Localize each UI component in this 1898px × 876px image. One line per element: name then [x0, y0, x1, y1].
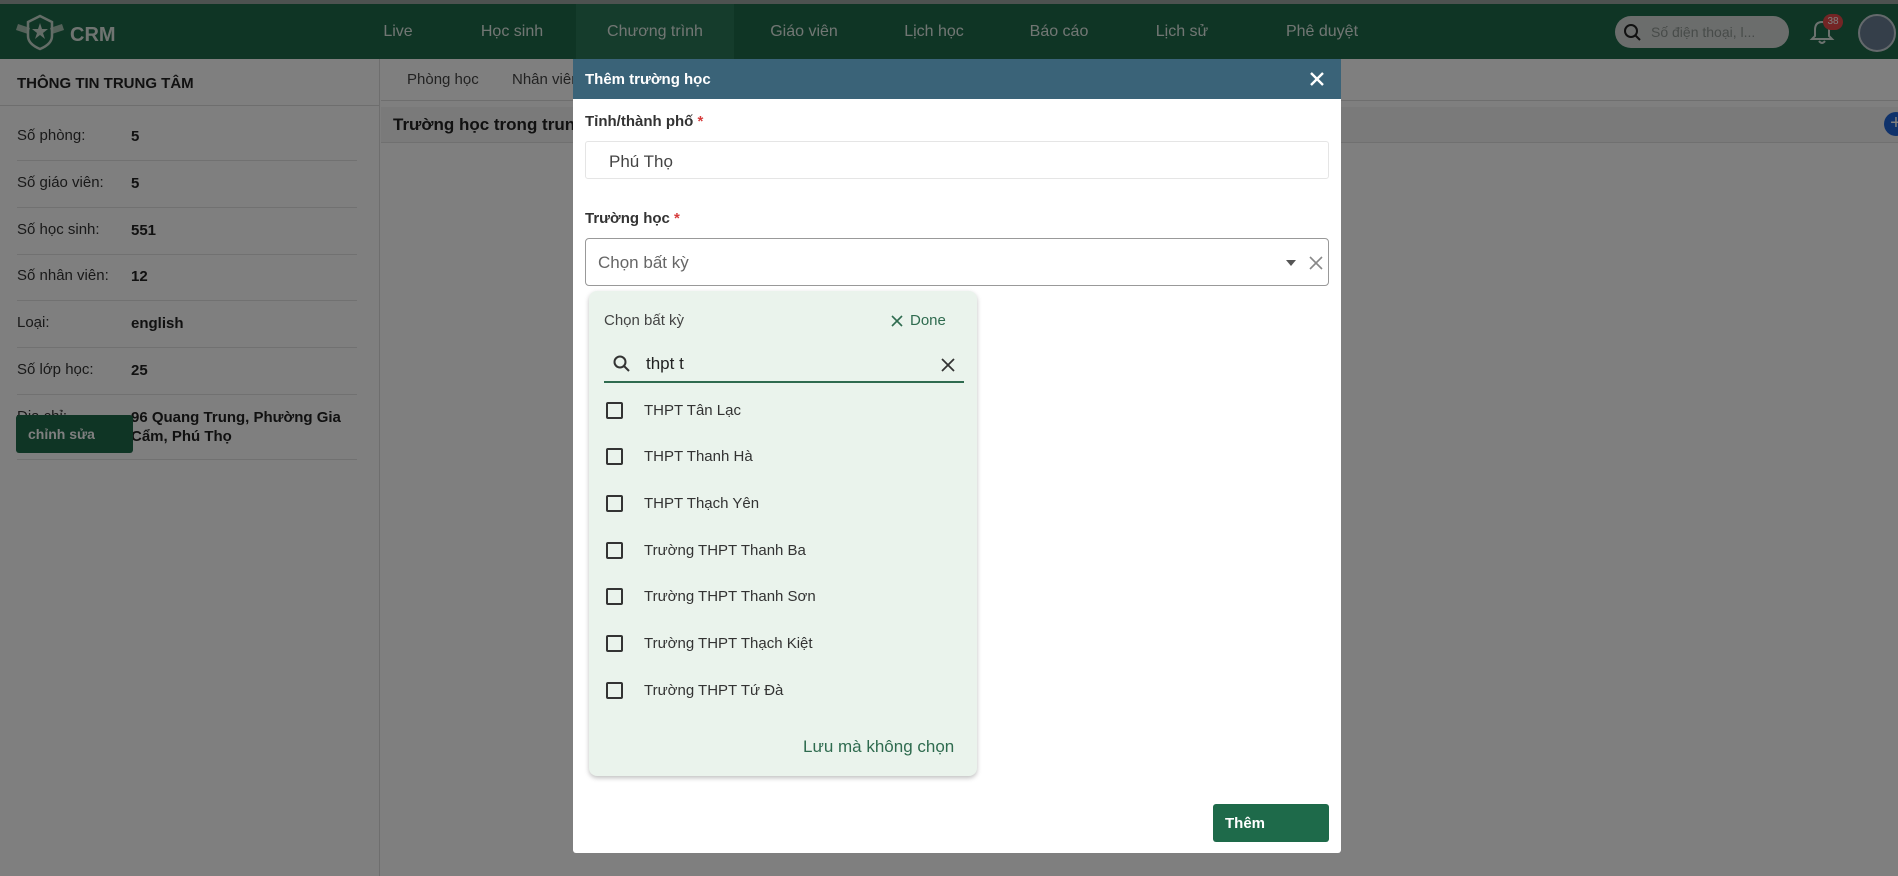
province-label-text: Tỉnh/thành phố [585, 113, 694, 130]
option-label: THPT Thanh Hà [644, 448, 753, 465]
clear-search-icon[interactable] [940, 357, 956, 373]
school-label-text: Trường học [585, 210, 670, 227]
checkbox[interactable] [606, 495, 623, 512]
school-label: Trường học * [585, 210, 680, 227]
school-option[interactable]: Trường THPT Thạch Kiệt [604, 628, 964, 658]
checkbox[interactable] [606, 448, 623, 465]
add-submit-button[interactable]: Thêm [1213, 804, 1329, 842]
done-label: Done [910, 312, 946, 329]
option-label: THPT Tân Lạc [644, 402, 741, 419]
modal-title: Thêm trường học [585, 71, 711, 88]
option-label: Trường THPT Thanh Ba [644, 542, 806, 559]
option-label: Trường THPT Thạch Kiệt [644, 635, 813, 652]
close-icon[interactable] [1307, 69, 1327, 89]
checkbox[interactable] [606, 402, 623, 419]
checkbox[interactable] [606, 682, 623, 699]
search-icon [613, 355, 630, 372]
required-mark: * [674, 210, 680, 227]
school-option[interactable]: THPT Tân Lạc [604, 395, 964, 425]
school-option[interactable]: Trường THPT Tứ Đà [604, 675, 964, 705]
province-label: Tỉnh/thành phố * [585, 113, 703, 130]
modal-header: Thêm trường học [573, 59, 1341, 99]
required-mark: * [697, 113, 704, 130]
add-school-modal: Thêm trường học Tỉnh/thành phố * Phú Thọ… [573, 59, 1341, 853]
clear-icon[interactable] [1308, 255, 1324, 271]
checkbox[interactable] [606, 635, 623, 652]
checkbox[interactable] [606, 588, 623, 605]
school-option[interactable]: THPT Thạch Yên [604, 488, 964, 518]
school-option[interactable]: Trường THPT Thanh Ba [604, 535, 964, 565]
school-select-placeholder: Chọn bất kỳ [598, 253, 689, 272]
caret-down-icon[interactable] [1286, 260, 1296, 266]
option-label: THPT Thạch Yên [644, 495, 760, 512]
save-without-selecting-button[interactable]: Lưu mà không chọn [803, 737, 954, 757]
school-option[interactable]: THPT Thanh Hà [604, 441, 964, 471]
province-value: Phú Thọ [609, 152, 673, 171]
dropdown-search-input[interactable] [646, 353, 926, 375]
province-field[interactable]: Phú Thọ [585, 141, 1329, 179]
checkbox[interactable] [606, 542, 623, 559]
option-label: Trường THPT Tứ Đà [644, 682, 784, 699]
school-select[interactable]: Chọn bất kỳ [585, 238, 1329, 286]
close-icon [891, 315, 903, 327]
school-dropdown: Chọn bất kỳ Done THPT Tân Lạc [589, 291, 977, 776]
dropdown-search [604, 345, 964, 383]
school-option[interactable]: Trường THPT Thanh Sơn [604, 581, 964, 611]
dropdown-header: Chọn bất kỳ [604, 312, 685, 329]
option-label: Trường THPT Thanh Sơn [644, 588, 816, 605]
